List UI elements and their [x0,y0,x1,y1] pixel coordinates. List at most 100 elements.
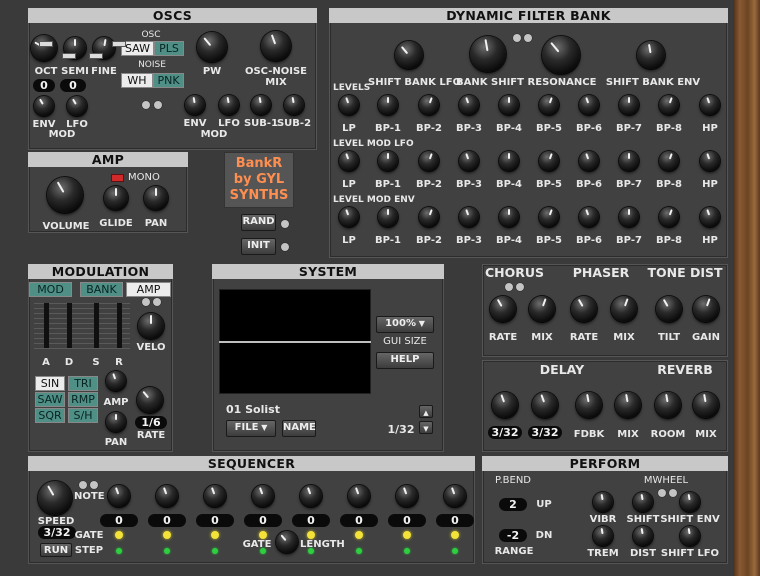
run-button[interactable]: RUN [40,543,72,557]
knob-filter-1-bp-2[interactable] [419,151,439,171]
knob-filter-1-bp-3[interactable] [459,151,479,171]
knob-delay-reverb-2[interactable] [655,392,681,418]
noise-pnk-button[interactable]: PNK [153,73,184,88]
knob-filter-2-hp[interactable] [700,207,720,227]
knob-mod-lfo[interactable] [67,96,87,116]
knob-lfo-rate[interactable] [137,387,163,413]
lfo-wave-sqr[interactable]: SQR [35,408,65,423]
file-dropdown[interactable]: FILE ▼ [226,420,276,437]
knob-perform-4[interactable] [633,526,653,546]
knob-pan[interactable] [144,186,168,210]
seq-note-knob-7[interactable] [396,485,418,507]
knob-filter-0-bp-5[interactable] [539,95,559,115]
seq-gate-led-8[interactable] [451,531,459,539]
lfo-wave-sin[interactable]: SIN [35,376,65,391]
adsr-slider-a[interactable] [39,41,53,47]
seq-gate-led-4[interactable] [259,531,267,539]
knob-filter-1-bp-5[interactable] [539,151,559,171]
knob-osc-lfo[interactable] [219,95,239,115]
knob-filter-0-bp-4[interactable] [499,95,519,115]
seq-gate-led-1[interactable] [115,531,123,539]
seq-note-knob-3[interactable] [204,485,226,507]
knob-filter-0-bp-3[interactable] [459,95,479,115]
gui-size-dropdown[interactable]: 100% ▼ [376,316,434,333]
seq-note-knob-8[interactable] [444,485,466,507]
tab-amp[interactable]: AMP [126,282,171,297]
adsr-slider-s[interactable] [89,53,103,59]
noise-wh-button[interactable]: WH [121,73,153,88]
init-button[interactable]: INIT [241,238,276,255]
knob-filter-0-bp-8[interactable] [659,95,679,115]
seq-note-knob-6[interactable] [348,485,370,507]
knob-perform-5[interactable] [680,526,700,546]
knob-delay-reverb-0[interactable] [576,392,602,418]
knob-filter-2-lp[interactable] [339,207,359,227]
lfo-wave-rmp[interactable]: RMP [68,392,98,407]
knob-filter-1-lp[interactable] [339,151,359,171]
seq-gate-led-7[interactable] [403,531,411,539]
knob-filter-1-bp-6[interactable] [579,151,599,171]
lfo-wave-sh[interactable]: S/H [68,408,98,423]
knob-fx-4[interactable] [656,296,682,322]
knob-delay-time-1[interactable] [532,392,558,418]
knob-filter-1-bp-1[interactable] [378,151,398,171]
knob-speed[interactable] [38,481,72,515]
knob-filter-0-lp[interactable] [339,95,359,115]
knob-bank-shift[interactable] [470,36,506,72]
seq-note-knob-1[interactable] [108,485,130,507]
lfo-wave-tri[interactable]: TRI [68,376,98,391]
knob-delay-reverb-1[interactable] [615,392,641,418]
seq-note-knob-5[interactable] [300,485,322,507]
knob-delay-reverb-3[interactable] [693,392,719,418]
knob-lfo-amp[interactable] [106,371,126,391]
rand-button[interactable]: RAND [241,214,276,231]
knob-filter-0-bp-7[interactable] [619,95,639,115]
adsr-slider-d[interactable] [62,53,76,59]
knob-volume[interactable] [47,177,83,213]
knob-perform-2[interactable] [680,492,700,512]
knob-filter-2-bp-2[interactable] [419,207,439,227]
seq-gate-led-5[interactable] [307,531,315,539]
knob-delay-time-0[interactable] [492,392,518,418]
knob-shift-bank-lfo[interactable] [395,41,423,69]
knob-glide[interactable] [104,186,128,210]
knob-filter-2-bp-6[interactable] [579,207,599,227]
knob-sub-2[interactable] [284,95,304,115]
adsr-slider-r[interactable] [112,41,126,47]
tab-bank[interactable]: BANK [80,282,123,297]
knob-filter-1-hp[interactable] [700,151,720,171]
knob-filter-0-bp-2[interactable] [419,95,439,115]
seq-gate-led-6[interactable] [355,531,363,539]
knob-filter-2-bp-1[interactable] [378,207,398,227]
knob-fx-3[interactable] [611,296,637,322]
knob-osc-noise-mix[interactable] [261,31,291,61]
lfo-wave-saw[interactable]: SAW [35,392,65,407]
knob-gate-length[interactable] [276,531,298,553]
knob-perform-3[interactable] [593,526,613,546]
seq-note-knob-2[interactable] [156,485,178,507]
knob-filter-2-bp-8[interactable] [659,207,679,227]
knob-filter-1-bp-4[interactable] [499,151,519,171]
name-button[interactable]: NAME [282,420,316,437]
knob-filter-2-bp-3[interactable] [459,207,479,227]
seq-gate-led-3[interactable] [211,531,219,539]
wave-pls-button[interactable]: PLS [154,41,184,56]
knob-filter-2-bp-4[interactable] [499,207,519,227]
knob-filter-1-bp-7[interactable] [619,151,639,171]
knob-filter-2-bp-5[interactable] [539,207,559,227]
knob-pw[interactable] [197,32,227,62]
knob-perform-1[interactable] [633,492,653,512]
knob-filter-0-hp[interactable] [700,95,720,115]
knob-sub-1[interactable] [251,95,271,115]
knob-filter-1-bp-8[interactable] [659,151,679,171]
knob-lfo-pan[interactable] [106,412,126,432]
knob-fx-5[interactable] [693,296,719,322]
knob-osc-env[interactable] [185,95,205,115]
knob-velo[interactable] [138,313,164,339]
seq-note-knob-4[interactable] [252,485,274,507]
knob-fx-2[interactable] [571,296,597,322]
knob-shift-bank-env[interactable] [637,41,665,69]
seq-gate-led-2[interactable] [163,531,171,539]
knob-fx-0[interactable] [490,296,516,322]
knob-perform-0[interactable] [593,492,613,512]
